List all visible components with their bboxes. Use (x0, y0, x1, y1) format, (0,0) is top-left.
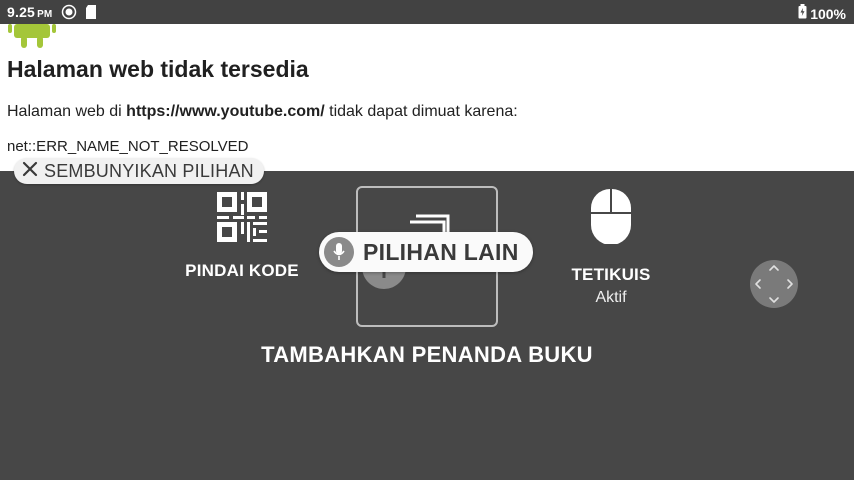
more-options-label: PILIHAN LAIN (363, 238, 519, 265)
error-title: Halaman web tidak tersedia (7, 56, 309, 82)
add-bookmark-label[interactable]: TAMBAHKAN PENANDA BUKU (0, 342, 854, 368)
status-bar: 9.25 PM 100% (0, 0, 854, 24)
hide-options-label: SEMBUNYIKAN PILIHAN (44, 160, 254, 181)
mouse-label: TETIKUIS (571, 265, 651, 284)
mouse-icon (590, 188, 632, 249)
move-arrows-icon (750, 260, 798, 313)
scan-code-option[interactable]: PINDAI KODE (180, 192, 304, 281)
error-code: net::ERR_NAME_NOT_RESOLVED (7, 138, 249, 155)
dpad-control[interactable] (750, 260, 798, 308)
qr-code-icon (217, 192, 267, 247)
microphone-icon (324, 237, 354, 267)
android-logo-icon (8, 24, 56, 48)
location-icon (61, 4, 77, 20)
battery-percentage: 100% (810, 6, 846, 22)
status-time: 9.25 PM (7, 4, 53, 20)
sd-card-icon (83, 4, 99, 20)
error-url: https://www.youtube.com/ (126, 103, 325, 120)
battery-icon (798, 4, 807, 24)
error-description: Halaman web di https://www.youtube.com/ … (7, 103, 518, 121)
status-ampm: PM (37, 9, 53, 20)
error-desc-prefix: Halaman web di (7, 103, 127, 120)
close-icon (22, 161, 38, 182)
mouse-option[interactable]: TETIKUIS Aktif (556, 188, 666, 307)
battery-status: 100% (798, 4, 846, 24)
error-desc-suffix: tidak dapat dimuat karena: (324, 103, 518, 120)
hide-options-button[interactable]: SEMBUNYIKAN PILIHAN (14, 158, 264, 184)
scan-code-label: PINDAI KODE (185, 261, 299, 280)
error-page: Halaman web tidak tersedia Halaman web d… (0, 24, 854, 171)
mouse-status: Aktif (595, 289, 627, 306)
more-options-button[interactable]: PILIHAN LAIN (319, 232, 533, 272)
